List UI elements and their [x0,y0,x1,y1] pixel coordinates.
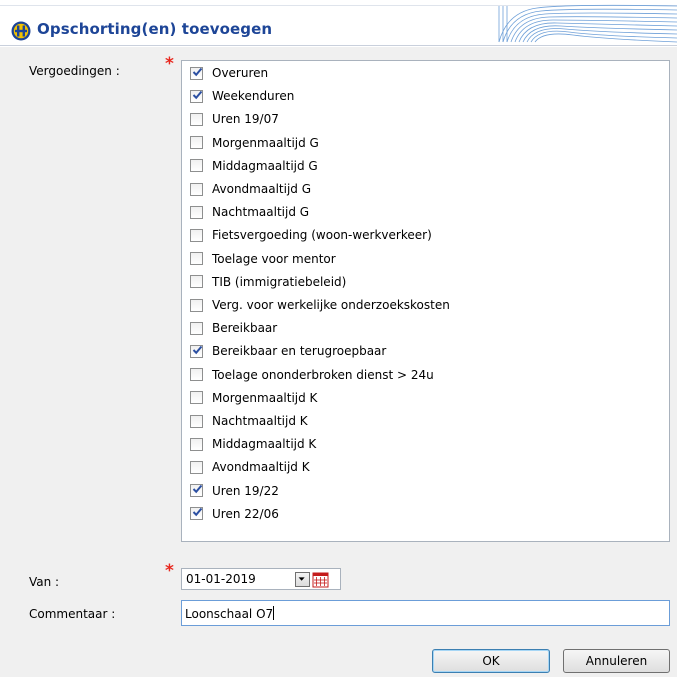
checkbox[interactable] [190,507,203,521]
checkbox[interactable] [190,460,203,474]
commentaar-input[interactable]: Loonschaal O7 [181,600,670,626]
checkbox-item[interactable]: Morgenmaaltijd K [190,388,317,408]
checkbox[interactable] [190,414,203,428]
checkbox-label: Morgenmaaltijd K [212,390,318,405]
checkbox[interactable] [190,484,203,498]
checkbox-label: Overuren [212,66,269,80]
checkbox-item[interactable]: Avondmaaltijd K [190,457,310,477]
checkbox-item[interactable]: Uren 19/07 [190,109,279,129]
checkbox-label: Nachtmaaltijd G [212,205,310,220]
checkbox-item[interactable]: Nachtmaaltijd G [190,202,309,222]
ok-button[interactable]: OK [432,649,550,673]
van-date-field[interactable]: 01-01-2019 [181,568,341,590]
required-marker: * [165,54,174,74]
commentaar-label: Commentaar : [29,607,116,621]
vergoedingen-label: Vergoedingen : [29,64,120,78]
checkbox[interactable] [190,205,203,219]
checkbox-label: Avondmaaltijd G [212,182,312,196]
checkbox-label: Uren 19/07 [212,112,279,127]
checkbox-label: Middagmaaltijd K [212,437,317,452]
text-caret [273,606,275,620]
checkbox-label: Middagmaaltijd G [212,158,318,173]
checkbox-item[interactable]: TIB (immigratiebeleid) [190,272,346,292]
checkbox-label: Uren 19/22 [212,483,279,498]
checkbox-label: Uren 22/06 [212,506,279,521]
checkbox[interactable] [190,112,203,126]
calendar-icon[interactable] [312,571,329,588]
checkbox-label: Weekenduren [212,89,295,104]
checkbox-item[interactable]: Avondmaaltijd G [190,179,311,199]
checkbox-label: TIB (immigratiebeleid) [212,274,347,289]
checkbox[interactable] [190,228,203,242]
checkbox-item[interactable]: Toelage ononderbroken dienst > 24u [190,365,434,385]
checkbox-item[interactable]: Nachtmaaltijd K [190,411,308,431]
checkbox[interactable] [190,391,203,405]
checkbox[interactable] [190,182,203,196]
checkmark-icon [192,345,203,355]
date-dropdown-button[interactable] [295,572,310,587]
checkbox[interactable] [190,344,203,358]
checkmark-icon [192,67,203,76]
van-label: Van : [29,575,60,589]
checkbox-item[interactable]: Weekenduren [190,86,294,106]
checkbox-label: Bereikbaar [212,321,278,336]
checkbox-item[interactable]: Verg. voor werkelijke onderzoekskosten [190,295,450,315]
checkbox[interactable] [190,66,203,80]
checkbox-item[interactable]: Uren 19/22 [190,481,279,501]
checkbox[interactable] [190,159,203,173]
checkbox[interactable] [190,89,203,103]
checkbox-label: Avondmaaltijd K [212,460,310,475]
checkbox[interactable] [190,252,203,266]
checkbox-item[interactable]: Middagmaaltijd K [190,434,316,454]
checkbox-item[interactable]: Uren 22/06 [190,504,279,524]
checkbox[interactable] [190,275,203,289]
van-date-value: 01-01-2019 [186,572,256,586]
app-logo-icon [11,21,31,41]
checkbox-item[interactable]: Morgenmaaltijd G [190,133,319,153]
checkbox-label: Toelage ononderbroken dienst > 24u [212,367,434,382]
checkbox[interactable] [190,437,203,451]
checkmark-icon [192,508,203,517]
checkbox-label: Toelage voor mentor [212,251,336,266]
checkbox[interactable] [190,321,203,335]
checkbox-item[interactable]: Bereikbaar en terugroepbaar [190,341,386,361]
checkbox[interactable] [190,136,203,150]
checkbox[interactable] [190,298,203,312]
checkmark-icon [192,90,203,99]
dialog-title: Opschorting(en) toevoegen [37,20,273,38]
checkbox-label: Verg. voor werkelijke onderzoekskosten [212,298,450,312]
checkbox-item[interactable]: Middagmaaltijd G [190,156,318,176]
checkbox-item[interactable]: Fietsvergoeding (woon-werkverkeer) [190,225,432,245]
checkbox-item[interactable]: Overuren [190,63,268,83]
chevron-down-icon [298,577,305,581]
dialog-titlebar: Opschorting(en) toevoegen [0,0,677,46]
cancel-button[interactable]: Annuleren [563,649,670,673]
checkmark-icon [192,484,203,494]
decorative-wave-graphic [498,4,677,43]
checkbox-label: Nachtmaaltijd K [212,414,308,428]
commentaar-value: Loonschaal O7 [185,606,275,621]
checkbox-item[interactable]: Toelage voor mentor [190,249,336,269]
checkbox-item[interactable]: Bereikbaar [190,318,277,338]
vergoedingen-listbox[interactable]: Overuren Weekenduren Uren 19/07 Morgenmaalt… [181,60,670,542]
checkbox-label: Bereikbaar en terugroepbaar [212,344,387,359]
checkbox[interactable] [190,368,203,382]
checkbox-label: Fietsvergoeding (woon-werkverkeer) [212,228,432,243]
required-marker: * [165,561,174,581]
checkbox-label: Morgenmaaltijd G [212,135,319,150]
